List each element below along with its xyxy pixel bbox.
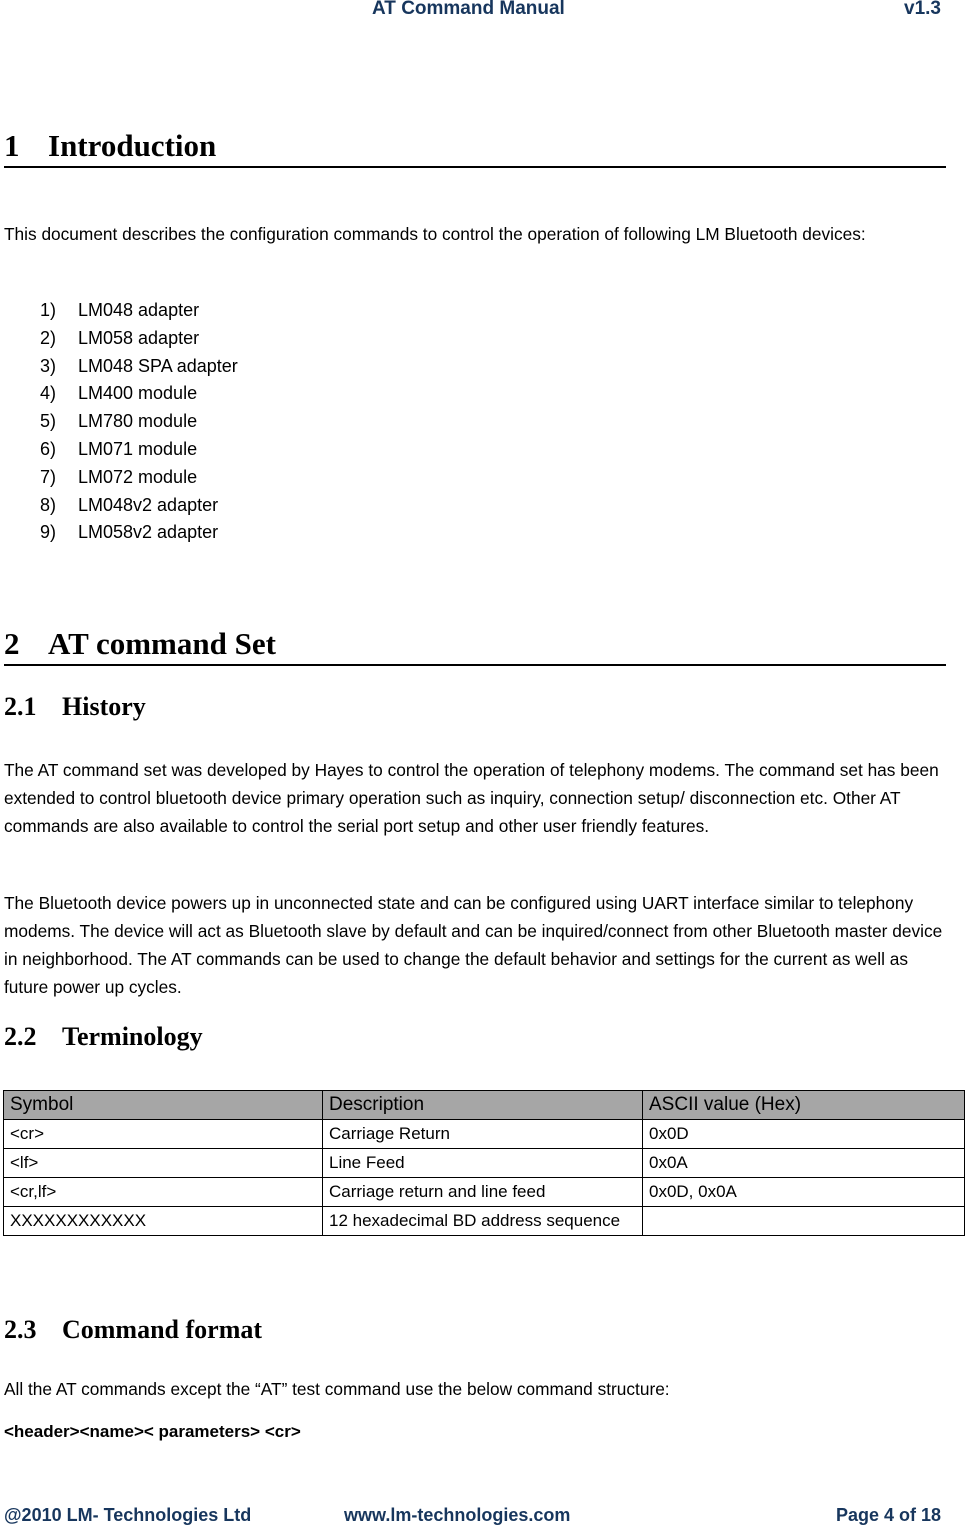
list-item: 3) LM048 SPA adapter (40, 355, 238, 376)
command-structure: <header><name>< parameters> <cr> (4, 1422, 301, 1441)
heading-text: History (62, 692, 146, 721)
list-item: 1) LM048 adapter (40, 300, 200, 320)
table-header-row: Symbol Description ASCII value (Hex) (3, 1090, 965, 1120)
list-item: 8) LM048v2 adapter (40, 494, 219, 515)
intro-paragraph: This document describes the configuratio… (4, 224, 866, 244)
heading-number: 2.1 (4, 692, 37, 721)
table-row: <cr> Carriage Return 0x0D (3, 1119, 965, 1149)
table-row: XXXXXXXXXXXX 12 hexadecimal BD address s… (3, 1206, 965, 1236)
heading-number: 2.3 (4, 1315, 37, 1344)
history-paragraph-1: The AT command set was developed by Haye… (4, 760, 939, 836)
heading-history: 2.1 History (4, 690, 146, 724)
heading-introduction: 1 Introduction (4, 126, 946, 168)
page-footer: @2010 LM- Technologies Ltd www.lm-techno… (0, 1505, 965, 1529)
heading-number: 2 (4, 626, 20, 661)
heading-text: Introduction (48, 128, 217, 163)
list-item: 9) LM058v2 adapter (40, 522, 219, 543)
footer-copyright: @2010 LM- Technologies Ltd (4, 1505, 252, 1525)
list-item: 4) LM400 module (40, 383, 198, 404)
table-row: <cr,lf> Carriage return and line feed 0x… (3, 1177, 965, 1207)
heading-text: Command format (62, 1315, 263, 1344)
table-row: <lf> Line Feed 0x0A (3, 1148, 965, 1178)
list-item: 5) LM780 module (40, 411, 198, 432)
device-list: 1) LM048 adapter 2) LM058 adapter 3) LM048 … (40, 297, 238, 547)
command-format-paragraph: All the AT commands except the “AT” test… (4, 1379, 670, 1399)
heading-text: Terminology (62, 1022, 203, 1051)
page-header: AT Command Manual v1.3 (0, 0, 965, 24)
list-item: 2) LM058 adapter (40, 327, 200, 348)
document-version: v1.3 (904, 0, 941, 19)
list-item: 7) LM072 module (40, 466, 198, 487)
column-header-description: Description (322, 1090, 643, 1120)
footer-page-number: Page 4 of 18 (835, 1505, 941, 1525)
list-item: 6) LM071 module (40, 438, 198, 459)
document-title: AT Command Manual (372, 0, 565, 19)
heading-at-command-set: 2 AT command Set (4, 624, 946, 666)
heading-command-format: 2.3 Command format (4, 1313, 262, 1347)
heading-number: 2.2 (4, 1022, 37, 1051)
column-header-symbol: Symbol (3, 1090, 323, 1120)
column-header-ascii: ASCII value (Hex) (642, 1090, 965, 1120)
history-paragraph-2: The Bluetooth device powers up in unconn… (4, 893, 943, 997)
terminology-table: Symbol Description ASCII value (Hex) <cr… (3, 1090, 965, 1236)
heading-terminology: 2.2 Terminology (4, 1020, 203, 1054)
heading-text: AT command Set (48, 626, 276, 661)
heading-number: 1 (4, 128, 20, 163)
footer-website-link[interactable]: www.lm-technologies.com (344, 1505, 570, 1526)
